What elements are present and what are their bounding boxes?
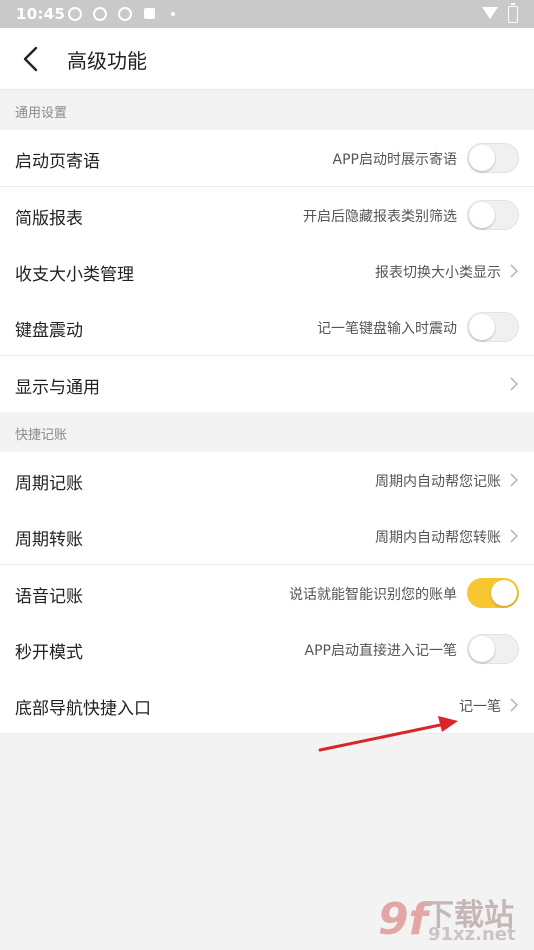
chevron-right-icon [510, 264, 519, 278]
settings-row-voice-entry[interactable]: 语音记账 说话就能智能识别您的账单 [0, 565, 534, 622]
toggle-knob [469, 202, 495, 228]
toggle-knob [491, 580, 517, 606]
status-time: 10:45 [16, 5, 66, 23]
chevron-right-icon [510, 473, 519, 487]
settings-row-recurring-entry[interactable]: 周期记账 周期内自动帮您记账 [0, 452, 534, 509]
row-label: 周期转账 [15, 530, 83, 550]
startup-message-toggle[interactable] [467, 143, 519, 173]
row-label: 启动页寄语 [15, 152, 100, 172]
page-title: 高级功能 [67, 49, 147, 73]
watermark-logo: 9f [378, 894, 428, 945]
wifi-icon [482, 7, 498, 19]
row-description: 记一笔键盘输入时震动 [317, 321, 457, 337]
notification-icon [68, 7, 82, 21]
battery-icon [508, 3, 518, 23]
toggle-knob [469, 314, 495, 340]
settings-row-display-general[interactable]: 显示与通用 [0, 356, 534, 413]
notification-icon [93, 7, 107, 21]
settings-row-category-management[interactable]: 收支大小类管理 报表切换大小类显示 [0, 243, 534, 300]
app-bar: 高级功能 [0, 28, 534, 90]
row-description: 周期内自动帮您转账 [375, 530, 501, 546]
settings-row-recurring-transfer[interactable]: 周期转账 周期内自动帮您转账 [0, 508, 534, 565]
row-description: 报表切换大小类显示 [375, 265, 501, 281]
toggle-knob [469, 145, 495, 171]
row-label: 简版报表 [15, 209, 83, 229]
voice-entry-toggle[interactable] [467, 578, 519, 608]
section-title: 快捷记账 [15, 428, 68, 443]
chevron-right-icon [510, 529, 519, 543]
row-label: 显示与通用 [15, 378, 100, 398]
row-label: 底部导航快捷入口 [15, 699, 151, 719]
chevron-right-icon [510, 698, 519, 712]
row-label: 收支大小类管理 [15, 265, 134, 285]
settings-row-quick-open-mode[interactable]: 秒开模式 APP启动直接进入记一笔 [0, 621, 534, 678]
status-bar: 10:45 [0, 0, 534, 28]
row-description: APP启动时展示寄语 [332, 152, 457, 168]
section-header-quick-bookkeeping: 快捷记账 [0, 412, 534, 453]
simple-report-toggle[interactable] [467, 200, 519, 230]
notification-icon [144, 8, 155, 19]
row-description: APP启动直接进入记一笔 [304, 643, 457, 659]
row-label: 键盘震动 [15, 321, 83, 341]
chevron-left-icon [23, 46, 38, 72]
row-label: 周期记账 [15, 474, 83, 494]
more-notifications-icon [171, 12, 175, 16]
settings-row-simple-report[interactable]: 简版报表 开启后隐藏报表类别筛选 [0, 187, 534, 244]
notification-icon [118, 7, 132, 21]
quick-open-toggle[interactable] [467, 634, 519, 664]
row-description: 说话就能智能识别您的账单 [289, 587, 457, 603]
toggle-knob [469, 636, 495, 662]
annotation-arrow-icon [318, 716, 458, 752]
settings-row-keyboard-vibration[interactable]: 键盘震动 记一笔键盘输入时震动 [0, 299, 534, 356]
keyboard-vibration-toggle[interactable] [467, 312, 519, 342]
watermark: 9f 下载站 91xz.net [378, 890, 528, 946]
row-label: 秒开模式 [15, 643, 83, 663]
section-header-general: 通用设置 [0, 90, 534, 131]
chevron-right-icon [510, 377, 519, 391]
watermark-url: 91xz.net [428, 924, 516, 945]
row-description: 开启后隐藏报表类别筛选 [303, 209, 457, 225]
section-title: 通用设置 [15, 106, 68, 121]
row-label: 语音记账 [15, 587, 83, 607]
settings-row-startup-message[interactable]: 启动页寄语 APP启动时展示寄语 [0, 130, 534, 187]
row-description: 周期内自动帮您记账 [375, 474, 501, 490]
back-button[interactable] [14, 42, 48, 76]
